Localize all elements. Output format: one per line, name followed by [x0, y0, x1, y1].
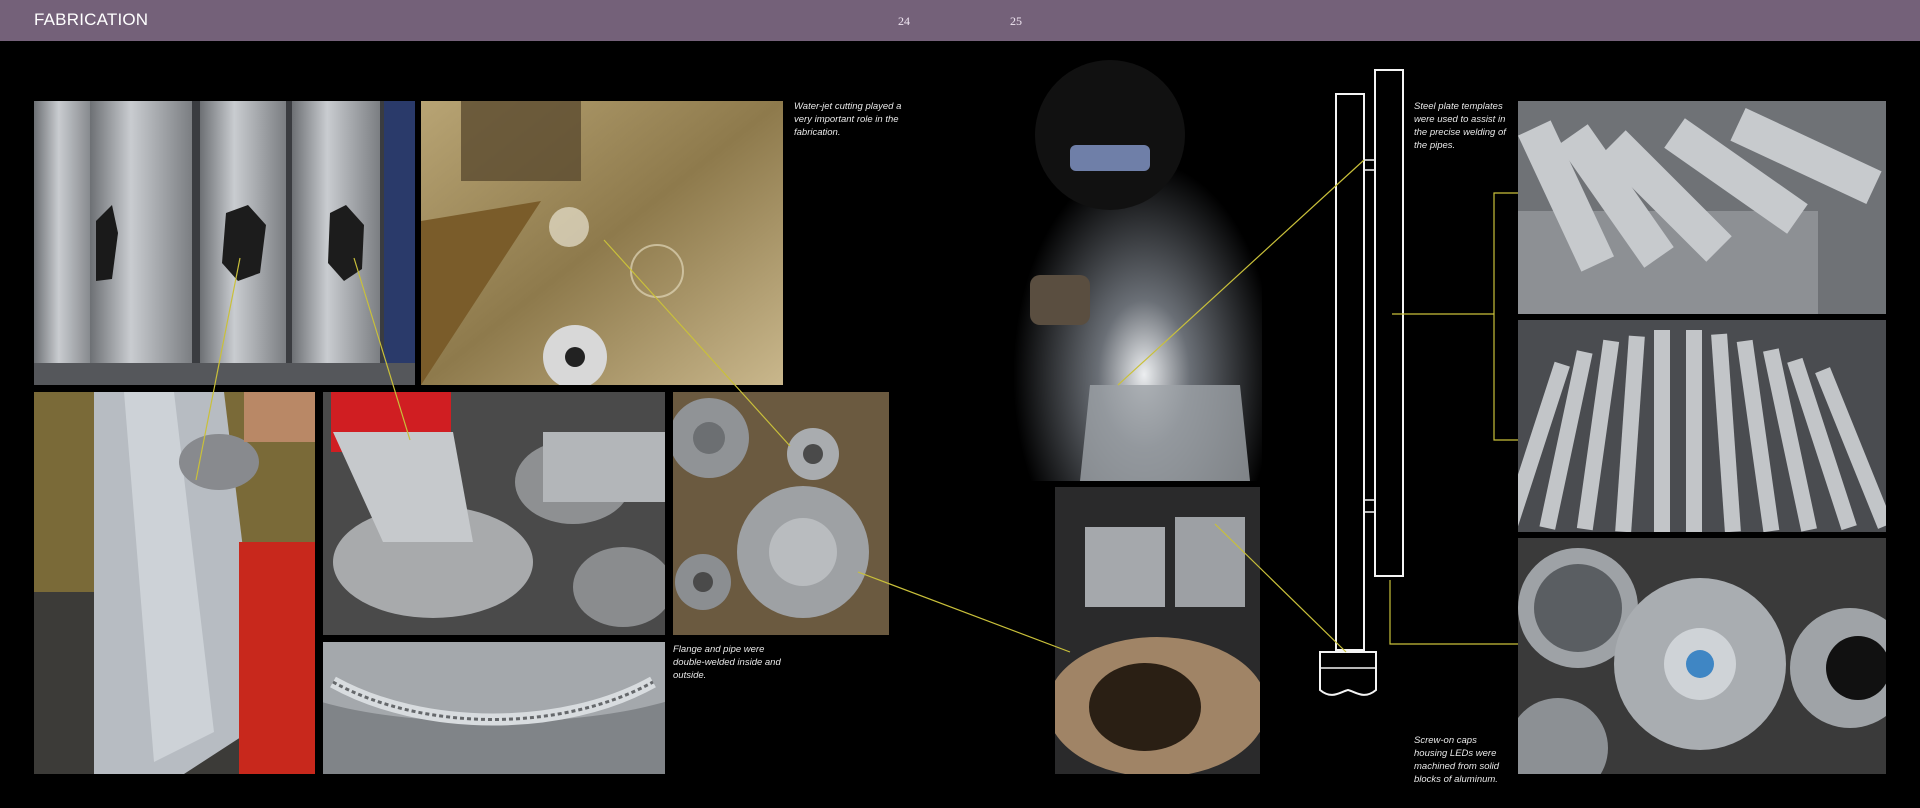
pipe-cap-outline: [1319, 651, 1377, 696]
photo-flanges-graphic: [673, 392, 889, 635]
caption-caps: Screw-on caps housing LEDs were machined…: [1414, 735, 1500, 785]
photo-welder-graphic: [1000, 55, 1262, 481]
photo-welder: [1000, 55, 1262, 481]
photo-weld-seam: [323, 642, 665, 774]
page-number-right: 25: [1010, 14, 1022, 28]
photo-led-caps: [1518, 538, 1886, 774]
photo-waterjet-graphic: [421, 101, 783, 385]
caption-waterjet: Water-jet cutting played a very importan…: [794, 101, 902, 138]
photo-flanges: [673, 392, 889, 635]
page-number-left: 24: [898, 14, 910, 28]
photo-cut-pipes: [34, 101, 415, 385]
callout-line-led-caps: [1389, 580, 1518, 645]
callout-bracket-templates: [1493, 192, 1518, 441]
photo-flange-welded-graphic: [323, 392, 665, 635]
photo-weld-seam-graphic: [323, 642, 665, 774]
photo-machined-caps-graphic: [1055, 487, 1260, 774]
photo-steel-templates-graphic: [1518, 101, 1886, 314]
caption-templates: Steel plate templates were used to assis…: [1414, 101, 1506, 151]
photo-pipe-rack: [1518, 320, 1886, 532]
header-bar: FABRICATION 24 25: [0, 0, 1920, 41]
photo-machined-caps: [1055, 487, 1260, 774]
photo-welding-pipe: [34, 392, 315, 774]
pipe-outline-right: [1374, 69, 1404, 577]
photo-welding-pipe-graphic: [34, 392, 315, 774]
section-title: FABRICATION: [34, 10, 149, 29]
photo-flange-welded: [323, 392, 665, 635]
photo-steel-templates: [1518, 101, 1886, 314]
pipe-outline-left: [1335, 93, 1365, 651]
callout-line-flange-to-cap: [857, 571, 1071, 653]
photo-pipe-rack-graphic: [1518, 320, 1886, 532]
photo-led-caps-graphic: [1518, 538, 1886, 774]
photo-cut-pipes-graphic: [34, 101, 415, 385]
caption-flange: Flange and pipe were double-welded insid…: [673, 644, 781, 681]
photo-waterjet: [421, 101, 783, 385]
